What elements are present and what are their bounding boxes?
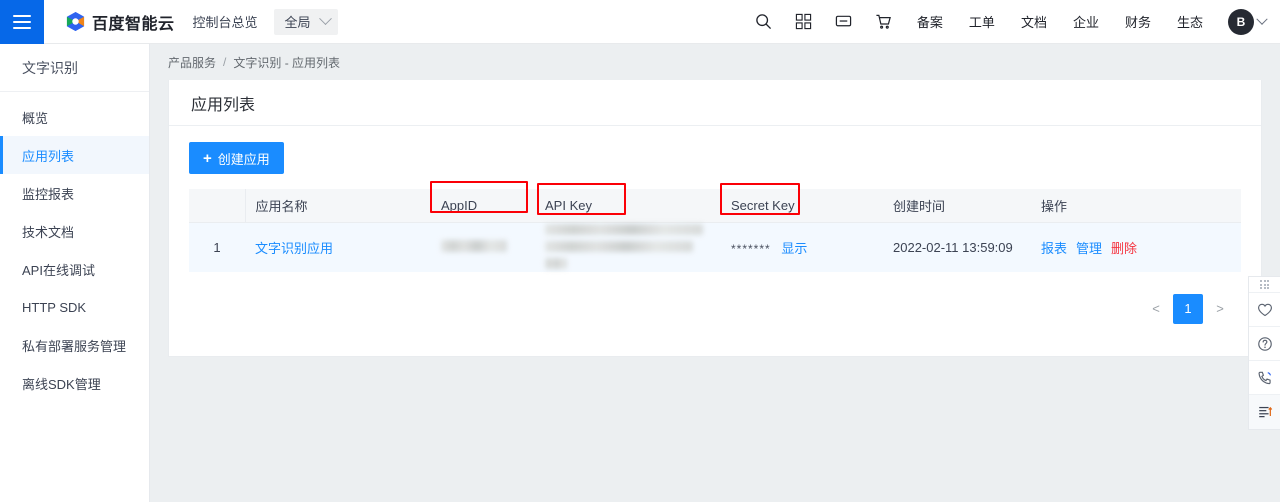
- header-nav-item[interactable]: 备案: [904, 12, 956, 31]
- app-list-card: 应用列表 + 创建应用 应用名称 AppID API Key Secret Ke…: [168, 80, 1262, 357]
- sidebar-item-label: 概览: [22, 110, 49, 126]
- cell-operations: 报表 管理 删除: [1031, 222, 1241, 272]
- apikey-redacted-value: [545, 223, 703, 235]
- sidebar-item-api-debug[interactable]: API在线调试: [0, 250, 149, 288]
- table-body: 1 文字识别应用 ******* 显示 2022-02-11 13:59:09 …: [189, 222, 1241, 272]
- column-header-appid: AppID: [431, 189, 535, 223]
- sidebar-item-label: HTTP SDK: [22, 299, 87, 315]
- sidebar-item-app-list[interactable]: 应用列表: [0, 136, 149, 174]
- table-header-row: 应用名称 AppID API Key Secret Key 创建时间 操作: [189, 189, 1241, 223]
- favorite-heart-icon[interactable]: [1248, 293, 1280, 327]
- sidebar-item-label: 离线SDK管理: [22, 376, 101, 392]
- brand-logo[interactable]: 百度智能云: [66, 10, 175, 34]
- row-actions: 报表 管理 删除: [1041, 238, 1231, 257]
- cell-index: 1: [189, 222, 245, 272]
- breadcrumb-item-current: 文字识别 - 应用列表: [233, 55, 341, 70]
- cell-secretkey: ******* 显示: [721, 222, 883, 272]
- message-icon[interactable]: [824, 0, 864, 44]
- chevron-down-icon: [1256, 13, 1268, 25]
- column-header-index: [189, 189, 246, 223]
- sidebar-item-private-deploy[interactable]: 私有部署服务管理: [0, 326, 149, 364]
- sidebar-item-label: 监控报表: [22, 186, 75, 202]
- header-nav-item[interactable]: 工单: [956, 12, 1008, 31]
- phone-support-icon[interactable]: [1248, 361, 1280, 395]
- right-float-toolbar: [1248, 276, 1280, 430]
- header-nav-item[interactable]: 文档: [1008, 12, 1060, 31]
- cell-app-name: 文字识别应用: [245, 222, 431, 272]
- delete-action-link[interactable]: 删除: [1111, 238, 1137, 257]
- top-header: 百度智能云 控制台总览 全局 备案 工单 文档 企业 财务 生态 B: [0, 0, 1280, 44]
- sidebar-item-label: 私有部署服务管理: [22, 338, 127, 354]
- console-overview-link[interactable]: 控制台总览: [193, 12, 258, 31]
- brand-name: 百度智能云: [92, 15, 175, 33]
- appid-redacted-value: [441, 239, 507, 252]
- create-app-label: 创建应用: [217, 151, 270, 167]
- search-icon[interactable]: [744, 0, 784, 44]
- app-list-table: 应用名称 AppID API Key Secret Key 创建时间 操作 1: [189, 189, 1241, 272]
- sidebar-item-http-sdk[interactable]: HTTP SDK: [0, 288, 149, 326]
- drag-handle-icon[interactable]: [1248, 277, 1280, 293]
- app-name-link[interactable]: 文字识别应用: [255, 241, 333, 256]
- apikey-redacted-value: [545, 240, 693, 252]
- main-content: 产品服务 / 文字识别 - 应用列表 应用列表 + 创建应用 应用名称 AppI…: [150, 44, 1280, 502]
- pagination-prev-icon[interactable]: <: [1149, 295, 1163, 323]
- plus-icon: +: [203, 149, 212, 167]
- baidu-cloud-logo-icon: [66, 12, 85, 31]
- pagination: < 1 >: [189, 272, 1241, 324]
- list-menu-icon[interactable]: [1248, 395, 1280, 429]
- header-right-group: 备案 工单 文档 企业 财务 生态 B: [744, 0, 1280, 44]
- sidebar-title: 文字识别: [0, 44, 149, 92]
- header-nav-item[interactable]: 企业: [1060, 12, 1112, 31]
- pagination-page-1[interactable]: 1: [1173, 293, 1203, 324]
- region-select[interactable]: 全局: [273, 8, 338, 35]
- sidebar-item-offline-sdk[interactable]: 离线SDK管理: [0, 364, 149, 402]
- sidebar: 文字识别 概览 应用列表 监控报表 技术文档 API在线调试 HTTP SDK …: [0, 44, 150, 502]
- page-title: 应用列表: [191, 96, 256, 114]
- avatar: B: [1228, 8, 1254, 35]
- breadcrumb-separator: /: [223, 55, 227, 69]
- card-body: + 创建应用 应用名称 AppID API Key Secret Key 创建时…: [169, 126, 1261, 324]
- hamburger-icon[interactable]: [0, 0, 44, 44]
- app-root: 百度智能云 控制台总览 全局 备案 工单 文档 企业 财务 生态 B 文字识别 …: [0, 0, 1280, 502]
- region-label: 全局: [284, 15, 311, 30]
- table-header: 应用名称 AppID API Key Secret Key 创建时间 操作: [189, 189, 1241, 223]
- dots-grid-icon: [1260, 280, 1269, 289]
- manage-action-link[interactable]: 管理: [1076, 238, 1102, 257]
- report-action-link[interactable]: 报表: [1041, 238, 1067, 257]
- breadcrumb: 产品服务 / 文字识别 - 应用列表: [150, 44, 1280, 80]
- apikey-redacted-value: [545, 257, 567, 269]
- column-header-operations: 操作: [1031, 189, 1241, 223]
- breadcrumb-item-products[interactable]: 产品服务: [168, 54, 216, 71]
- sidebar-menu: 概览 应用列表 监控报表 技术文档 API在线调试 HTTP SDK 私有部署服…: [0, 92, 149, 402]
- help-question-icon[interactable]: [1248, 327, 1280, 361]
- column-header-name: 应用名称: [245, 189, 431, 223]
- cell-appid: [431, 222, 535, 272]
- header-nav-item[interactable]: 生态: [1164, 12, 1216, 31]
- sidebar-item-overview[interactable]: 概览: [0, 98, 149, 136]
- card-header: 应用列表: [169, 80, 1261, 126]
- sidebar-item-label: 技术文档: [22, 224, 75, 240]
- cell-created-time: 2022-02-11 13:59:09: [883, 222, 1031, 272]
- secret-key-masked: *******: [731, 241, 771, 256]
- column-header-created: 创建时间: [883, 189, 1031, 223]
- column-header-secretkey: Secret Key: [721, 189, 883, 223]
- column-header-apikey: API Key: [535, 189, 721, 223]
- sidebar-item-monitor-report[interactable]: 监控报表: [0, 174, 149, 212]
- create-app-button[interactable]: + 创建应用: [189, 142, 284, 174]
- cart-icon[interactable]: [864, 0, 904, 44]
- table-row: 1 文字识别应用 ******* 显示 2022-02-11 13:59:09 …: [189, 222, 1241, 272]
- show-secret-link[interactable]: 显示: [781, 241, 807, 256]
- pagination-next-icon[interactable]: >: [1213, 295, 1227, 323]
- grid-apps-icon[interactable]: [784, 0, 824, 44]
- header-nav-item[interactable]: 财务: [1112, 12, 1164, 31]
- sidebar-item-label: 应用列表: [22, 148, 75, 164]
- cell-apikey: [535, 222, 721, 272]
- chevron-down-icon: [318, 12, 332, 26]
- user-menu[interactable]: B: [1228, 8, 1268, 35]
- sidebar-item-tech-docs[interactable]: 技术文档: [0, 212, 149, 250]
- sidebar-item-label: API在线调试: [22, 262, 95, 278]
